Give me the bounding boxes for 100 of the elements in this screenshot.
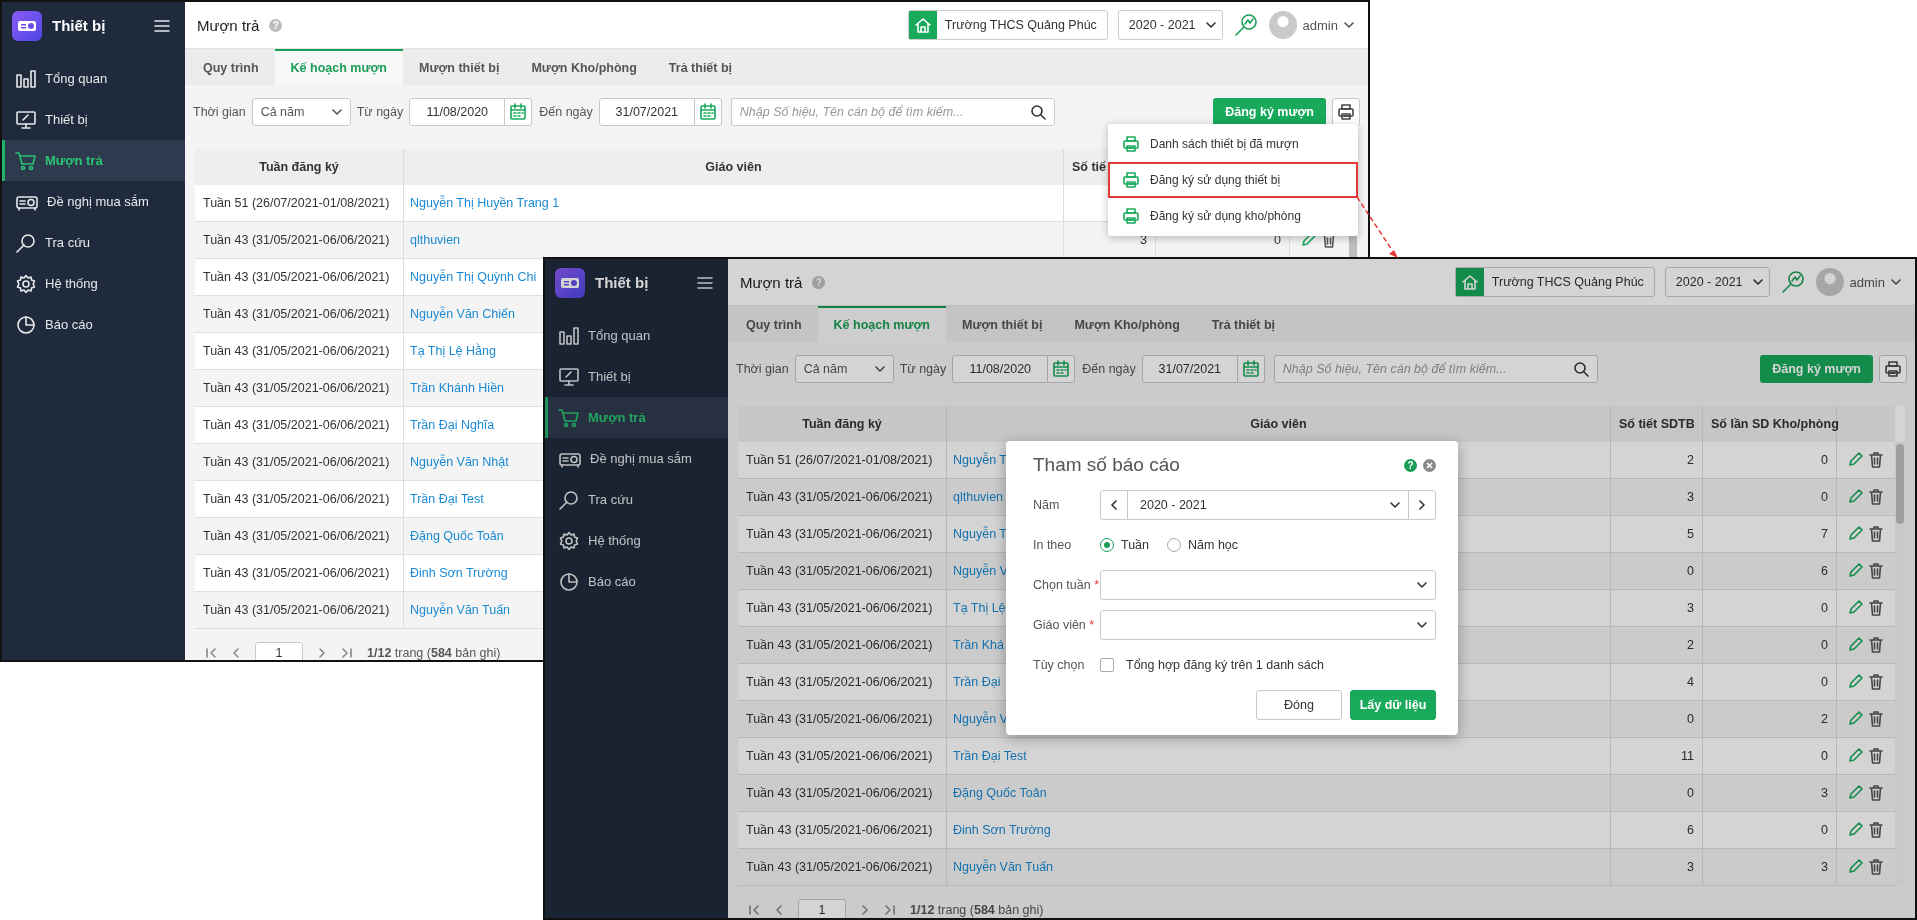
chart-magnifier-icon[interactable] [1232, 12, 1259, 38]
checkbox[interactable] [1100, 658, 1114, 672]
teacher-link[interactable]: Trần Đại [953, 675, 1001, 689]
time-select[interactable]: Cả năm [251, 98, 351, 126]
tab[interactable]: Mượn thiết bị [946, 306, 1059, 342]
teacher-link[interactable]: Đặng Quốc Toản [953, 786, 1047, 800]
edit-icon[interactable] [1847, 563, 1863, 579]
calendar-icon[interactable] [509, 103, 528, 121]
edit-icon[interactable] [1847, 489, 1863, 505]
calendar-icon[interactable] [698, 103, 717, 121]
teacher-link[interactable]: Trần Đại Nghĩa [410, 418, 495, 432]
register-button[interactable]: Đăng ký mượn [1760, 355, 1873, 383]
search-field[interactable]: Nhập Số hiệu, Tên cán bộ để tìm kiếm... [730, 98, 1055, 126]
close-button[interactable]: Đóng [1256, 690, 1342, 720]
tab[interactable]: Mượn Kho/phòng [515, 49, 653, 85]
tab[interactable]: Kế hoạch mượn [274, 49, 403, 85]
date-field[interactable]: 11/08/2020 [409, 98, 506, 126]
chart-magnifier-icon[interactable] [1779, 269, 1806, 295]
trash-icon[interactable] [1869, 526, 1883, 542]
trash-icon[interactable] [1869, 748, 1883, 764]
teacher-link[interactable]: Tạ Thị Lệ [953, 601, 1006, 615]
print-button[interactable] [1332, 98, 1360, 126]
tab[interactable]: Kế hoạch mượn [817, 306, 946, 342]
edit-icon[interactable] [1847, 711, 1863, 727]
teacher-link[interactable]: Trần Khánh Hiền [410, 381, 505, 395]
edit-icon[interactable] [1847, 452, 1863, 468]
teacher-link[interactable]: Trần Đại Test [410, 492, 484, 506]
trash-icon[interactable] [1869, 563, 1883, 579]
trash-icon[interactable] [1869, 452, 1883, 468]
user-name[interactable]: admin [1849, 274, 1885, 290]
tab[interactable]: Mượn Kho/phòng [1058, 306, 1196, 342]
teacher-link[interactable]: Nguyễn Văn Tuấn [953, 860, 1054, 874]
edit-icon[interactable] [1847, 600, 1863, 616]
menu-item[interactable]: Đăng ký sử dụng thiết bị [1108, 162, 1358, 198]
year-select[interactable]: 2020 - 2021 [1117, 10, 1223, 40]
edit-icon[interactable] [1847, 637, 1863, 653]
sidebar-item[interactable]: Thiết bị [2, 99, 185, 140]
teacher-link[interactable]: Nguyễn Thị Quỳnh Chi [410, 270, 537, 284]
teacher-link[interactable]: Tạ Thị Lệ Hằng [410, 344, 496, 358]
trash-icon[interactable] [1869, 637, 1883, 653]
tab[interactable]: Quy trình [730, 306, 818, 342]
calendar-icon[interactable] [1241, 360, 1260, 378]
sidebar-item[interactable]: Mượn trả [2, 140, 185, 181]
teacher-link[interactable]: Trần Khá [953, 638, 1004, 652]
trash-icon[interactable] [1869, 785, 1883, 801]
teacher-link[interactable]: Nguyễn T [953, 453, 1007, 467]
trash-icon[interactable] [1869, 711, 1883, 727]
page-field[interactable]: 1 [798, 899, 846, 918]
year-select[interactable]: 2020 - 2021 [1664, 267, 1770, 297]
user-name[interactable]: admin [1302, 17, 1338, 33]
search-field[interactable]: Nhập Số hiệu, Tên cán bộ để tìm kiếm... [1273, 355, 1598, 383]
sidebar-item[interactable]: Đề nghị mua sắm [2, 181, 185, 222]
teacher-link[interactable]: Trần Đại Test [953, 749, 1027, 763]
edit-icon[interactable] [1847, 748, 1863, 764]
trash-icon[interactable] [1869, 600, 1883, 616]
previous-button[interactable] [1100, 490, 1128, 520]
previous-page-icon[interactable] [774, 904, 784, 916]
teacher-link[interactable]: Nguyễn Văn Tuấn [410, 603, 511, 617]
page-field[interactable]: 1 [255, 642, 303, 660]
date-field[interactable]: 31/07/2021 [1141, 355, 1238, 383]
sidebar-item[interactable]: Mượn trả [545, 397, 728, 438]
print-button[interactable] [1879, 355, 1907, 383]
trash-icon[interactable] [1869, 674, 1883, 690]
trash-icon[interactable] [1869, 822, 1883, 838]
teacher-link[interactable]: Nguyễn Thị Huyền Trang 1 [410, 196, 560, 210]
select-field[interactable] [1100, 570, 1436, 600]
tab[interactable]: Mượn thiết bị [403, 49, 516, 85]
teacher-link[interactable]: Nguyễn Văn Nhật [410, 455, 509, 469]
date-field[interactable]: 11/08/2020 [952, 355, 1049, 383]
year-select[interactable]: 2020 - 2021 [1128, 490, 1408, 520]
menu-icon[interactable] [153, 17, 171, 34]
sidebar-item[interactable]: Hệ thống [2, 263, 185, 304]
avatar[interactable] [1815, 268, 1844, 296]
sidebar-item[interactable]: Tra cứu [2, 222, 185, 263]
sidebar-item[interactable]: Báo cáo [2, 304, 185, 345]
first-page-icon[interactable] [205, 647, 217, 659]
time-select[interactable]: Cả năm [794, 355, 894, 383]
trash-icon[interactable] [1869, 859, 1883, 875]
get-data-button[interactable]: Lấy dữ liệu [1350, 690, 1436, 720]
next-button[interactable] [1408, 490, 1436, 520]
close-icon[interactable] [1423, 458, 1436, 472]
edit-icon[interactable] [1847, 526, 1863, 542]
school-button[interactable]: Trường THCS Quảng Phúc [907, 10, 1108, 40]
first-page-icon[interactable] [748, 904, 760, 916]
previous-page-icon[interactable] [231, 647, 241, 659]
teacher-link[interactable]: Nguyễn Văn Chiến [410, 307, 515, 321]
teacher-link[interactable]: Nguyễn T [953, 527, 1007, 541]
teacher-link[interactable]: Đặng Quốc Toản [410, 529, 504, 543]
date-field[interactable]: 31/07/2021 [598, 98, 695, 126]
help-icon[interactable]: ? [1404, 458, 1417, 472]
teacher-link[interactable]: qlthuvien [410, 233, 461, 247]
edit-icon[interactable] [1847, 822, 1863, 838]
next-page-icon[interactable] [317, 647, 327, 659]
last-page-icon[interactable] [884, 904, 896, 916]
edit-icon[interactable] [1847, 674, 1863, 690]
calendar-icon[interactable] [1052, 360, 1071, 378]
menu-item[interactable]: Đăng ký sử dụng kho/phòng [1108, 198, 1358, 234]
select-field[interactable] [1100, 610, 1436, 640]
edit-icon[interactable] [1847, 785, 1863, 801]
teacher-link[interactable]: Đinh Sơn Trường [410, 566, 508, 580]
